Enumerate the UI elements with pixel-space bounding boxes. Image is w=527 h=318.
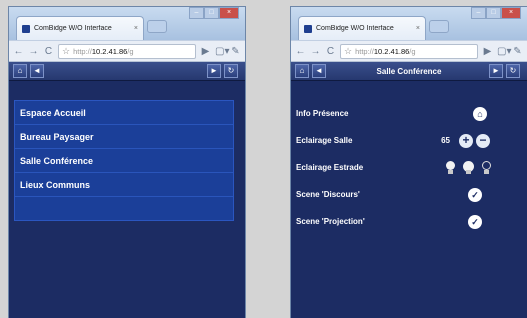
app-header: ⌂ ◄ Salle Conférence ► ↻	[291, 62, 527, 81]
minimize-button[interactable]: –	[189, 7, 204, 19]
menu-item-bureau-paysager[interactable]: Bureau Paysager	[15, 125, 233, 149]
room-menu: Espace Accueil Bureau Paysager Salle Con…	[14, 100, 234, 221]
url-protocol: http://	[355, 46, 374, 56]
close-tab-icon[interactable]: ×	[134, 25, 138, 32]
wrench-menu-icon[interactable]: ✎	[512, 46, 523, 57]
close-tab-icon[interactable]: ×	[416, 25, 420, 32]
window-controls: – □ ×	[189, 7, 239, 19]
browser-toolbar: ← → C ☆ http:// 10.2.41.86 /g ▶ ▢▾ ✎	[291, 40, 527, 62]
address-bar[interactable]: ☆ http:// 10.2.41.86 /g	[340, 43, 478, 59]
back-arrow-icon[interactable]: ←	[295, 46, 306, 57]
maximize-button[interactable]: □	[486, 7, 501, 19]
row-info-presence: Info Présence ⌂	[296, 100, 527, 127]
back-icon[interactable]: ◄	[312, 64, 326, 78]
refresh-icon[interactable]: ↻	[506, 64, 520, 78]
browser-window-left: ComBidge W/O Interface × – □ × ← → C ☆ h…	[8, 6, 246, 318]
go-icon[interactable]: ▶	[482, 46, 493, 57]
control-list: Info Présence ⌂ Eclairage Salle 65 + − E…	[291, 81, 527, 235]
browser-toolbar: ← → C ☆ http:// 10.2.41.86 /g ▶ ▢▾ ✎	[9, 40, 245, 62]
row-label: Eclairage Estrade	[296, 163, 364, 172]
menu-item-lieux-communs[interactable]: Lieux Communs	[15, 173, 233, 197]
forward-icon[interactable]: ►	[489, 64, 503, 78]
row-eclairage-salle: Eclairage Salle 65 + −	[296, 127, 527, 154]
url-protocol: http://	[73, 46, 92, 56]
decrease-button[interactable]: −	[476, 133, 490, 148]
address-bar[interactable]: ☆ http:// 10.2.41.86 /g	[58, 43, 196, 59]
increase-button[interactable]: +	[459, 133, 473, 148]
new-tab-button[interactable]	[147, 20, 167, 33]
browser-tab[interactable]: ComBidge W/O Interface ×	[298, 16, 426, 40]
row-scene-discours: Scene 'Discours' ✓	[296, 181, 527, 208]
forward-icon[interactable]: ►	[207, 64, 221, 78]
url-path: /g	[409, 46, 416, 56]
row-label: Info Présence	[296, 109, 349, 118]
forward-arrow-icon[interactable]: →	[28, 46, 39, 57]
bulb-bright-icon[interactable]	[462, 160, 474, 175]
presence-home-icon: ⌂	[473, 106, 487, 121]
menu-item-empty	[15, 197, 233, 220]
back-icon[interactable]: ◄	[30, 64, 44, 78]
close-window-button[interactable]: ×	[219, 7, 239, 19]
forward-arrow-icon[interactable]: →	[310, 46, 321, 57]
url-path: /g	[127, 46, 134, 56]
app-area: ⌂ ◄ Salle Conférence ► ↻ Info Présence ⌂…	[291, 62, 527, 318]
bookmark-star-icon[interactable]: ☆	[62, 46, 70, 57]
back-arrow-icon[interactable]: ←	[13, 46, 24, 57]
reload-icon[interactable]: C	[43, 46, 54, 57]
maximize-button[interactable]: □	[204, 7, 219, 19]
url-host: 10.2.41.86	[373, 46, 410, 56]
refresh-icon[interactable]: ↻	[224, 64, 238, 78]
bulb-on-icon[interactable]	[444, 160, 456, 175]
reload-icon[interactable]: C	[325, 46, 336, 57]
screenshot-stage: ComBidge W/O Interface × – □ × ← → C ☆ h…	[0, 0, 527, 318]
url-host: 10.2.41.86	[91, 46, 128, 56]
row-label: Eclairage Salle	[296, 136, 353, 145]
window-controls: – □ ×	[471, 7, 521, 19]
go-icon[interactable]: ▶	[200, 46, 211, 57]
menu-item-salle-conference[interactable]: Salle Conférence	[15, 149, 233, 173]
app-area: ⌂ ◄ ► ↻ Espace Accueil Bureau Paysager S…	[9, 62, 245, 318]
home-icon[interactable]: ⌂	[295, 64, 309, 78]
new-tab-button[interactable]	[429, 20, 449, 33]
row-label: Scene 'Projection'	[296, 217, 365, 226]
row-scene-projection: Scene 'Projection' ✓	[296, 208, 527, 235]
activate-check-icon[interactable]: ✓	[468, 214, 482, 229]
close-window-button[interactable]: ×	[501, 7, 521, 19]
minimize-button[interactable]: –	[471, 7, 486, 19]
favicon-icon	[22, 24, 30, 33]
menu-item-espace-accueil[interactable]: Espace Accueil	[15, 101, 233, 125]
dimmer-value: 65	[441, 136, 450, 145]
row-eclairage-estrade: Eclairage Estrade	[296, 154, 527, 181]
bookmark-star-icon[interactable]: ☆	[344, 46, 352, 57]
row-label: Scene 'Discours'	[296, 190, 360, 199]
page-menu-icon[interactable]: ▢▾	[497, 46, 511, 57]
activate-check-icon[interactable]: ✓	[468, 187, 482, 202]
home-icon[interactable]: ⌂	[13, 64, 27, 78]
wrench-menu-icon[interactable]: ✎	[230, 46, 241, 57]
tab-title: ComBidge W/O Interface	[34, 25, 112, 32]
title-bar: ComBidge W/O Interface × – □ ×	[291, 7, 527, 40]
app-header: ⌂ ◄ ► ↻	[9, 62, 245, 81]
favicon-icon	[304, 24, 312, 33]
browser-window-right: ComBidge W/O Interface × – □ × ← → C ☆ h…	[290, 6, 527, 318]
title-bar: ComBidge W/O Interface × – □ ×	[9, 7, 245, 40]
tab-title: ComBidge W/O Interface	[316, 25, 394, 32]
bulb-off-icon[interactable]	[480, 160, 492, 175]
page-menu-icon[interactable]: ▢▾	[215, 46, 229, 57]
browser-tab[interactable]: ComBidge W/O Interface ×	[16, 16, 144, 40]
